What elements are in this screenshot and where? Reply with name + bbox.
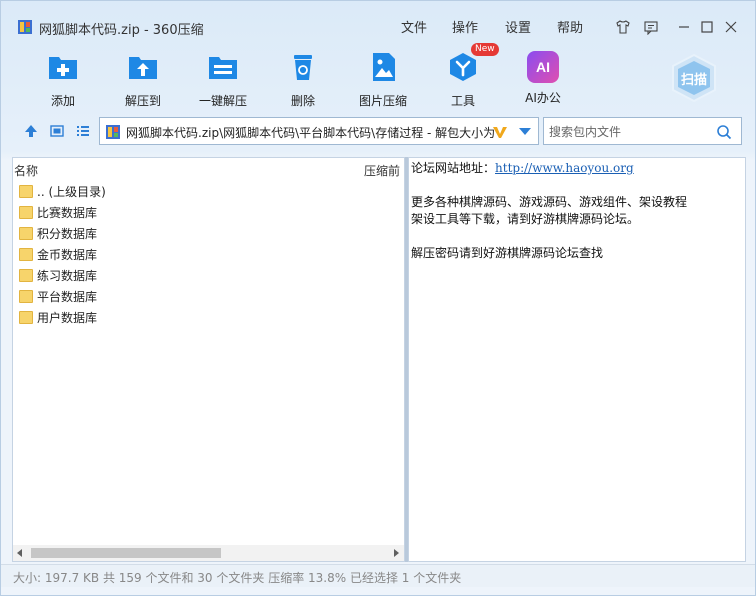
scrollbar-thumb[interactable] [31, 548, 221, 558]
column-header-name[interactable]: 名称 [14, 162, 38, 179]
list-item[interactable]: 金币数据库 [19, 244, 97, 264]
forum-link[interactable]: http://www.haoyou.org [495, 161, 634, 175]
add-icon [49, 57, 77, 79]
image-compress-icon [373, 53, 395, 81]
file-list-pane: 名称 压缩前 .. (上级目录) 比赛数据库 积分数据库 金币数据库 练习数据库… [12, 157, 405, 562]
title-bar: 网狐脚本代码.zip - 360压缩 文件 操作 设置 帮助 [1, 1, 755, 38]
ai-icon-text: AI [536, 59, 550, 75]
list-item-label: 平台数据库 [37, 289, 98, 304]
comment-line: 更多各种棋牌源码、游戏源码、游戏组件、架设教程 [411, 195, 688, 209]
folder-icon [19, 184, 33, 198]
vip-icon[interactable] [492, 124, 508, 140]
ai-office-label: AI办公 [525, 91, 561, 105]
address-path: 网狐脚本代码.zip\网狐脚本代码\平台脚本代码\存储过程 - 解包大小为 [126, 126, 496, 140]
folder-icon [19, 205, 33, 219]
search-box[interactable] [543, 117, 742, 145]
list-item[interactable]: 比赛数据库 [19, 202, 97, 222]
scan-button[interactable]: 扫描 [669, 53, 719, 103]
comment-line: 解压密码请到好游棋牌源码论坛查找 [411, 246, 604, 260]
chevron-down-icon[interactable] [518, 127, 532, 137]
app-window: 网狐脚本代码.zip - 360压缩 文件 操作 设置 帮助 添加 解压到 一键… [0, 0, 756, 596]
delete-label: 删除 [290, 94, 315, 108]
menu-operate[interactable]: 操作 [452, 17, 478, 36]
folder-icon [19, 289, 33, 303]
list-view-icon[interactable] [75, 123, 91, 139]
delete-icon [294, 55, 312, 80]
scan-label: 扫描 [680, 73, 707, 88]
new-badge: New [471, 43, 499, 56]
archive-comment: 论坛网站地址：http://www.haoyou.org 更多各种棋牌源码、游戏… [409, 160, 689, 262]
list-item-parent-dir[interactable]: .. (上级目录) [19, 181, 106, 201]
minimize-icon[interactable] [675, 18, 693, 36]
zip-file-icon [106, 125, 120, 139]
list-item[interactable]: 平台数据库 [19, 286, 97, 306]
up-arrow-icon[interactable] [23, 123, 39, 139]
scroll-left-icon[interactable] [16, 549, 24, 557]
list-item-label: 积分数据库 [37, 226, 98, 241]
add-label: 添加 [50, 94, 75, 108]
menu-settings[interactable]: 设置 [505, 17, 531, 36]
forum-address-label: 论坛网站地址： [411, 161, 496, 175]
one-click-extract-button[interactable]: 一键解压 [193, 51, 253, 109]
menu-file[interactable]: 文件 [401, 17, 427, 36]
list-item-label: 练习数据库 [37, 268, 98, 283]
close-icon[interactable] [722, 18, 740, 36]
scroll-right-icon[interactable] [392, 549, 400, 557]
list-item[interactable]: 用户数据库 [19, 307, 97, 327]
folder-icon [19, 310, 33, 324]
thumbnail-view-icon[interactable] [49, 123, 65, 139]
zip-file-icon [18, 20, 32, 34]
search-input[interactable] [547, 122, 711, 142]
skin-icon[interactable] [614, 18, 632, 36]
list-item-label: .. (上级目录) [37, 184, 106, 199]
ai-office-icon: AI [527, 51, 559, 83]
extract-to-icon [129, 57, 157, 79]
extract-to-label: 解压到 [124, 94, 161, 108]
folder-icon [19, 226, 33, 240]
tools-label: 工具 [450, 94, 475, 108]
column-header-compressed[interactable]: 压缩前 [364, 162, 400, 179]
address-bar[interactable]: 网狐脚本代码.zip\网狐脚本代码\平台脚本代码\存储过程 - 解包大小为 [99, 117, 539, 145]
extract-to-button[interactable]: 解压到 [113, 51, 173, 109]
window-title: 网狐脚本代码.zip - 360压缩 [39, 23, 204, 38]
status-bar: 大小: 197.7 KB 共 159 个文件和 30 个文件夹 压缩率 13.8… [1, 564, 755, 587]
ai-office-button[interactable]: AI AI办公 [513, 51, 573, 106]
comment-pane: 论坛网站地址：http://www.haoyou.org 更多各种棋牌源码、游戏… [408, 157, 746, 562]
status-text: 大小: 197.7 KB 共 159 个文件和 30 个文件夹 压缩率 13.8… [13, 571, 462, 585]
list-item-label: 金币数据库 [37, 247, 98, 262]
list-item[interactable]: 积分数据库 [19, 223, 97, 243]
feedback-icon[interactable] [642, 18, 660, 36]
comment-line: 架设工具等下载，请到好游棋牌源码论坛。 [411, 212, 640, 226]
tools-icon [450, 53, 476, 81]
folder-icon [19, 268, 33, 282]
one-click-extract-icon [209, 57, 237, 79]
one-click-extract-label: 一键解压 [198, 94, 247, 108]
image-compress-label: 图片压缩 [358, 94, 407, 108]
search-icon[interactable] [716, 124, 732, 140]
list-item[interactable]: 练习数据库 [19, 265, 97, 285]
add-button[interactable]: 添加 [33, 51, 93, 109]
delete-button[interactable]: 删除 [273, 51, 333, 109]
horizontal-scrollbar[interactable] [13, 545, 404, 561]
list-item-label: 比赛数据库 [37, 205, 98, 220]
tools-button[interactable]: New 工具 [433, 43, 499, 109]
maximize-icon[interactable] [698, 18, 716, 36]
image-compress-button[interactable]: 图片压缩 [353, 51, 413, 109]
folder-icon [19, 247, 33, 261]
menu-help[interactable]: 帮助 [557, 17, 583, 36]
list-item-label: 用户数据库 [37, 310, 98, 325]
